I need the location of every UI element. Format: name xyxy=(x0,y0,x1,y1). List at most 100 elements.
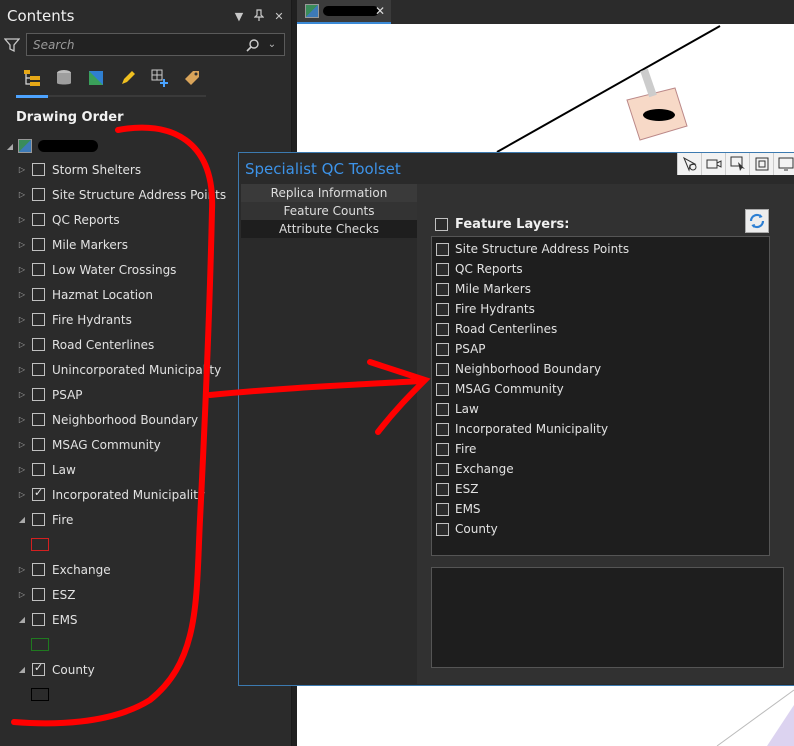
layer-visibility-checkbox[interactable] xyxy=(32,338,45,351)
feature-layer-item-exchange[interactable]: Exchange xyxy=(432,459,769,479)
list-by-snapping-icon[interactable] xyxy=(144,63,176,93)
feature-layer-item-fire[interactable]: Fire xyxy=(432,439,769,459)
feature-layer-checkbox[interactable] xyxy=(436,462,449,476)
layer-visibility-checkbox[interactable] xyxy=(32,563,45,576)
pin-icon[interactable] xyxy=(251,8,267,24)
layer-visibility-checkbox[interactable] xyxy=(32,213,45,226)
close-icon[interactable]: ✕ xyxy=(375,4,385,18)
chevron-down-icon[interactable]: ▼ xyxy=(231,10,247,23)
close-icon[interactable]: ✕ xyxy=(271,10,287,23)
select-icon[interactable] xyxy=(725,153,749,175)
camera-icon[interactable] xyxy=(701,153,725,175)
collapse-arrow-icon[interactable]: ◢ xyxy=(16,615,28,624)
feature-layer-checkbox[interactable] xyxy=(436,302,449,316)
list-by-selection-icon[interactable] xyxy=(80,63,112,93)
layer-visibility-checkbox[interactable] xyxy=(32,613,45,626)
layer-visibility-checkbox[interactable] xyxy=(32,363,45,376)
layer-visibility-checkbox[interactable] xyxy=(32,288,45,301)
layer-visibility-checkbox[interactable] xyxy=(32,388,45,401)
expand-arrow-icon[interactable]: ▷ xyxy=(16,190,28,199)
layer-visibility-checkbox[interactable] xyxy=(32,188,45,201)
select-all-checkbox[interactable] xyxy=(435,218,448,231)
layer-visibility-checkbox[interactable] xyxy=(32,313,45,326)
expand-arrow-icon[interactable]: ▷ xyxy=(16,340,28,349)
explore-icon[interactable] xyxy=(677,153,701,175)
feature-layer-checkbox[interactable] xyxy=(436,262,449,276)
list-by-editing-icon[interactable] xyxy=(112,63,144,93)
filter-icon[interactable] xyxy=(4,37,20,53)
feature-layer-item-road-centerlines[interactable]: Road Centerlines xyxy=(432,319,769,339)
screen-icon[interactable] xyxy=(773,153,794,175)
window-icon[interactable] xyxy=(749,153,773,175)
feature-layer-checkbox[interactable] xyxy=(436,382,449,396)
feature-layer-item-neighborhood-boundary[interactable]: Neighborhood Boundary xyxy=(432,359,769,379)
feature-layer-item-mile-markers[interactable]: Mile Markers xyxy=(432,279,769,299)
expand-arrow-icon[interactable]: ▷ xyxy=(16,215,28,224)
expand-arrow-icon[interactable]: ▷ xyxy=(16,565,28,574)
layer-visibility-checkbox[interactable] xyxy=(32,463,45,476)
feature-layer-checkbox[interactable] xyxy=(436,402,449,416)
search-input[interactable] xyxy=(33,37,246,52)
layer-visibility-checkbox[interactable] xyxy=(32,263,45,276)
feature-layer-checkbox[interactable] xyxy=(436,342,449,356)
collapse-arrow-icon[interactable]: ◢ xyxy=(16,515,28,524)
map-tab[interactable]: ✕ xyxy=(297,0,391,24)
list-by-data-source-icon[interactable] xyxy=(48,63,80,93)
feature-layer-item-esz[interactable]: ESZ xyxy=(432,479,769,499)
feature-layer-item-incorporated-municipality[interactable]: Incorporated Municipality xyxy=(432,419,769,439)
feature-layer-item-law[interactable]: Law xyxy=(432,399,769,419)
results-output-box[interactable] xyxy=(431,567,784,668)
expand-arrow-icon[interactable]: ▷ xyxy=(16,315,28,324)
polygon-symbol-swatch[interactable] xyxy=(31,638,49,651)
feature-layer-item-ems[interactable]: EMS xyxy=(432,499,769,519)
tab-attribute-checks[interactable]: Attribute Checks xyxy=(241,220,417,238)
feature-layer-checkbox[interactable] xyxy=(436,482,449,496)
feature-layer-checkbox[interactable] xyxy=(436,242,449,256)
layer-visibility-checkbox[interactable] xyxy=(32,661,45,676)
feature-layer-checkbox[interactable] xyxy=(436,322,449,336)
feature-layer-checkbox[interactable] xyxy=(436,422,449,436)
search-icon[interactable] xyxy=(246,38,260,52)
polygon-symbol-swatch[interactable] xyxy=(31,538,49,551)
chevron-down-icon[interactable]: ⌄ xyxy=(264,39,280,50)
layer-visibility-checkbox[interactable] xyxy=(32,438,45,451)
feature-layer-label: County xyxy=(455,522,498,536)
expand-arrow-icon[interactable]: ▷ xyxy=(16,390,28,399)
layer-visibility-checkbox[interactable] xyxy=(32,413,45,426)
layer-visibility-checkbox[interactable] xyxy=(32,238,45,251)
expand-arrow-icon[interactable]: ▷ xyxy=(16,465,28,474)
feature-layer-item-county[interactable]: County xyxy=(432,519,769,539)
feature-layer-checkbox[interactable] xyxy=(436,522,449,536)
layer-visibility-checkbox[interactable] xyxy=(32,163,45,176)
tab-replica-information[interactable]: Replica Information xyxy=(241,184,417,202)
feature-layer-item-qc-reports[interactable]: QC Reports xyxy=(432,259,769,279)
feature-layer-item-psap[interactable]: PSAP xyxy=(432,339,769,359)
list-by-drawing-order-icon[interactable] xyxy=(16,63,48,93)
collapse-arrow-icon[interactable]: ◢ xyxy=(16,665,28,674)
feature-layers-list[interactable]: Site Structure Address Points QC Reports M… xyxy=(431,236,770,556)
expand-arrow-icon[interactable]: ▷ xyxy=(16,290,28,299)
layer-visibility-checkbox[interactable] xyxy=(32,486,45,501)
expand-arrow-icon[interactable]: ▷ xyxy=(16,415,28,424)
layer-visibility-checkbox[interactable] xyxy=(32,588,45,601)
expand-arrow-icon[interactable]: ▷ xyxy=(16,590,28,599)
refresh-button[interactable] xyxy=(745,209,769,233)
polygon-symbol-swatch[interactable] xyxy=(31,688,49,701)
tab-feature-counts[interactable]: Feature Counts xyxy=(241,202,417,220)
layer-visibility-checkbox[interactable] xyxy=(32,513,45,526)
feature-layer-checkbox[interactable] xyxy=(436,362,449,376)
feature-layer-checkbox[interactable] xyxy=(436,442,449,456)
feature-layer-checkbox[interactable] xyxy=(436,502,449,516)
expand-arrow-icon[interactable]: ▷ xyxy=(16,440,28,449)
expand-arrow-icon[interactable]: ▷ xyxy=(16,265,28,274)
expand-arrow-icon[interactable]: ▷ xyxy=(16,165,28,174)
feature-layer-item-fire-hydrants[interactable]: Fire Hydrants xyxy=(432,299,769,319)
feature-layer-checkbox[interactable] xyxy=(436,282,449,296)
feature-layer-item-site-structure-address-points[interactable]: Site Structure Address Points xyxy=(432,239,769,259)
expand-arrow-icon[interactable]: ▷ xyxy=(16,240,28,249)
expand-arrow-icon[interactable]: ◢ xyxy=(4,142,16,151)
feature-layer-item-msag-community[interactable]: MSAG Community xyxy=(432,379,769,399)
list-by-labeling-icon[interactable] xyxy=(176,63,208,93)
expand-arrow-icon[interactable]: ▷ xyxy=(16,490,28,499)
expand-arrow-icon[interactable]: ▷ xyxy=(16,365,28,374)
